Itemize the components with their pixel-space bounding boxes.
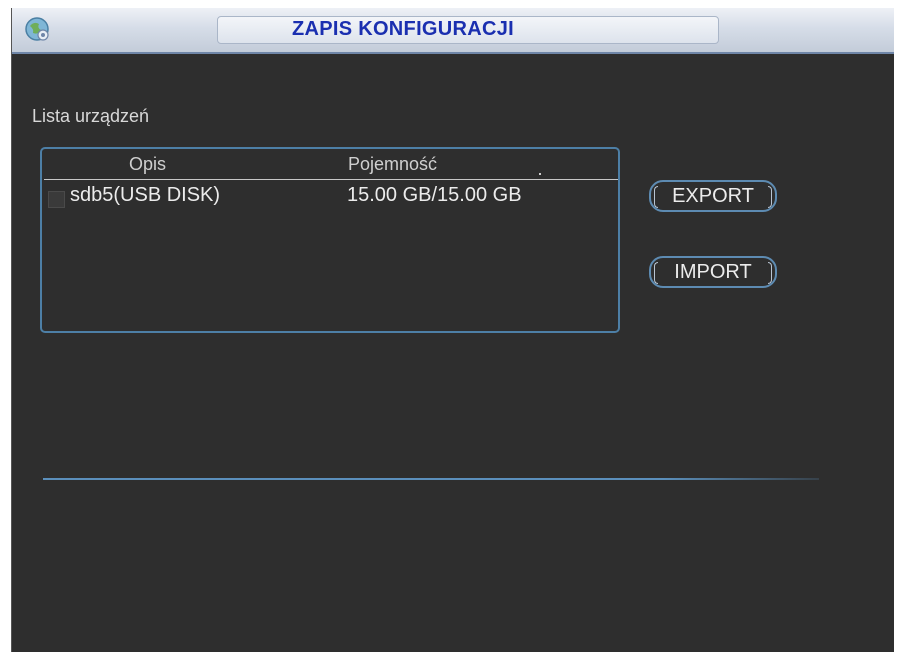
title-bar: ZAPIS KONFIGURACJI bbox=[12, 8, 894, 54]
row-checkbox[interactable] bbox=[48, 191, 65, 208]
device-capacity: 15.00 GB/15.00 GB bbox=[347, 184, 522, 206]
config-backup-window: ZAPIS KONFIGURACJI Lista urządzeń Opis P… bbox=[11, 8, 894, 652]
column-header-pojemnosc[interactable]: Pojemność bbox=[348, 154, 437, 175]
header-marker bbox=[539, 173, 541, 175]
column-header-opis[interactable]: Opis bbox=[129, 154, 166, 175]
window-title: ZAPIS KONFIGURACJI bbox=[291, 18, 515, 40]
import-button[interactable]: IMPORT bbox=[649, 256, 777, 288]
export-button[interactable]: EXPORT bbox=[649, 180, 777, 212]
header-separator bbox=[44, 179, 618, 180]
device-table bbox=[40, 147, 620, 333]
device-list-label: Lista urządzeń bbox=[32, 106, 150, 126]
device-description: sdb5(USB DISK) bbox=[70, 184, 221, 206]
section-divider bbox=[43, 478, 819, 480]
